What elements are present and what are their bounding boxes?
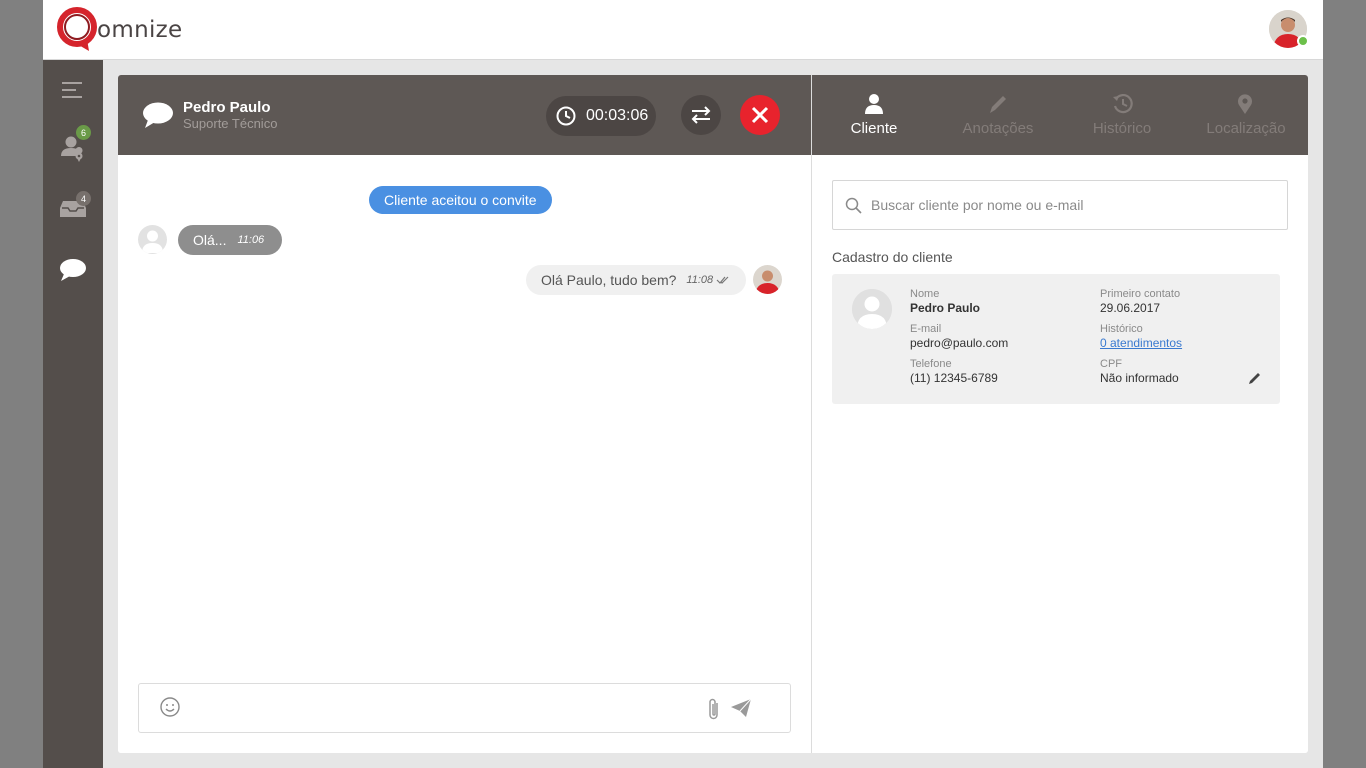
search-icon: [845, 197, 862, 214]
email-value: pedro@paulo.com: [910, 336, 1009, 350]
tab-anotacoes[interactable]: Anotações: [936, 75, 1060, 155]
history-label: Histórico: [1100, 323, 1143, 335]
sidebar-item-chats[interactable]: [43, 250, 103, 290]
message-composer[interactable]: [138, 683, 791, 733]
history-link[interactable]: 0 atendimentos: [1100, 336, 1182, 350]
location-pin-icon: [1236, 93, 1254, 120]
message-time: 11:08: [686, 274, 714, 286]
transfer-arrows-icon: [691, 106, 711, 124]
cpf-label: CPF: [1100, 358, 1122, 370]
message-time: 11:06: [237, 234, 265, 246]
message-text: Olá...: [193, 232, 227, 248]
client-search-input[interactable]: [871, 194, 1271, 216]
clock-icon: [556, 106, 576, 126]
cpf-value: Não informado: [1100, 371, 1179, 385]
tab-label: Localização: [1206, 120, 1286, 137]
tab-localizacao[interactable]: Localização: [1184, 75, 1308, 155]
outgoing-message: Olá Paulo, tudo bem? 11:08: [526, 265, 747, 295]
brand-logo[interactable]: omnize: [57, 7, 182, 53]
send-icon[interactable]: [730, 698, 752, 718]
history-icon: [1112, 93, 1134, 120]
inbox-count-badge: 4: [76, 191, 91, 206]
sidebar-menu-toggle[interactable]: [43, 70, 103, 110]
brand-logo-mark-icon: [57, 7, 99, 53]
chat-pane: Cliente aceitou o convite Olá... 11:06 O…: [118, 155, 811, 753]
brand-name: omnize: [97, 17, 183, 43]
close-icon: [751, 106, 769, 124]
name-value: Pedro Paulo: [910, 301, 981, 315]
menu-icon: [62, 82, 82, 98]
pencil-icon: [988, 93, 1008, 120]
end-conversation-button[interactable]: [740, 95, 780, 135]
agent-avatar: [753, 265, 782, 294]
first-contact-value: 29.06.2017: [1100, 301, 1161, 315]
timer-value: 00:03:06: [586, 107, 649, 124]
name-label: Nome: [910, 288, 940, 300]
tab-historico[interactable]: Histórico: [1060, 75, 1184, 155]
contact-name: Pedro Paulo: [183, 99, 271, 116]
edit-pencil-icon[interactable]: [1248, 371, 1262, 385]
tab-label: Anotações: [962, 120, 1034, 137]
client-pane: Cadastro do cliente Nome Pedro Paulo Pri…: [812, 155, 1308, 753]
tab-label: Cliente: [850, 120, 898, 137]
app-window: omnize 6 4 Pedro Paulo Suporte Técnico 0…: [43, 0, 1323, 768]
incoming-message: Olá... 11:06: [178, 225, 283, 255]
attachment-icon[interactable]: [707, 697, 721, 721]
client-section-title: Cadastro do cliente: [832, 249, 953, 265]
visitors-count-badge: 6: [76, 125, 91, 140]
conversation-timer: 00:03:06: [546, 96, 656, 136]
top-bar: omnize: [43, 0, 1323, 60]
chat-bubble-icon: [60, 259, 86, 281]
double-check-icon: [716, 276, 729, 284]
sidebar-item-inbox[interactable]: 4: [43, 188, 103, 228]
left-sidebar: 6 4: [43, 60, 103, 768]
email-label: E-mail: [910, 323, 942, 335]
transfer-button[interactable]: [681, 95, 721, 135]
online-status-indicator: [1297, 35, 1309, 47]
sidebar-item-visitors[interactable]: 6: [43, 125, 103, 168]
person-icon: [864, 93, 884, 120]
phone-value: (11) 12345-6789: [910, 371, 998, 385]
contact-department: Suporte Técnico: [183, 116, 278, 131]
client-search[interactable]: [832, 180, 1288, 230]
client-avatar: [852, 289, 892, 329]
tab-cliente[interactable]: Cliente: [812, 75, 936, 155]
emoji-icon[interactable]: [159, 696, 181, 718]
phone-label: Telefone: [910, 358, 952, 370]
message-text: Olá Paulo, tudo bem?: [541, 272, 677, 288]
visitor-avatar: [138, 225, 167, 254]
tab-label: Histórico: [1092, 120, 1152, 137]
conversation-header: Pedro Paulo Suporte Técnico 00:03:06 Cli…: [118, 75, 1308, 155]
first-contact-label: Primeiro contato: [1100, 288, 1181, 300]
client-info-card: Nome Pedro Paulo Primeiro contato 29.06.…: [832, 274, 1280, 404]
conversation-chat-icon: [142, 101, 174, 134]
system-message: Cliente aceitou o convite: [369, 186, 552, 214]
conversation-card: Pedro Paulo Suporte Técnico 00:03:06 Cli…: [118, 75, 1308, 753]
